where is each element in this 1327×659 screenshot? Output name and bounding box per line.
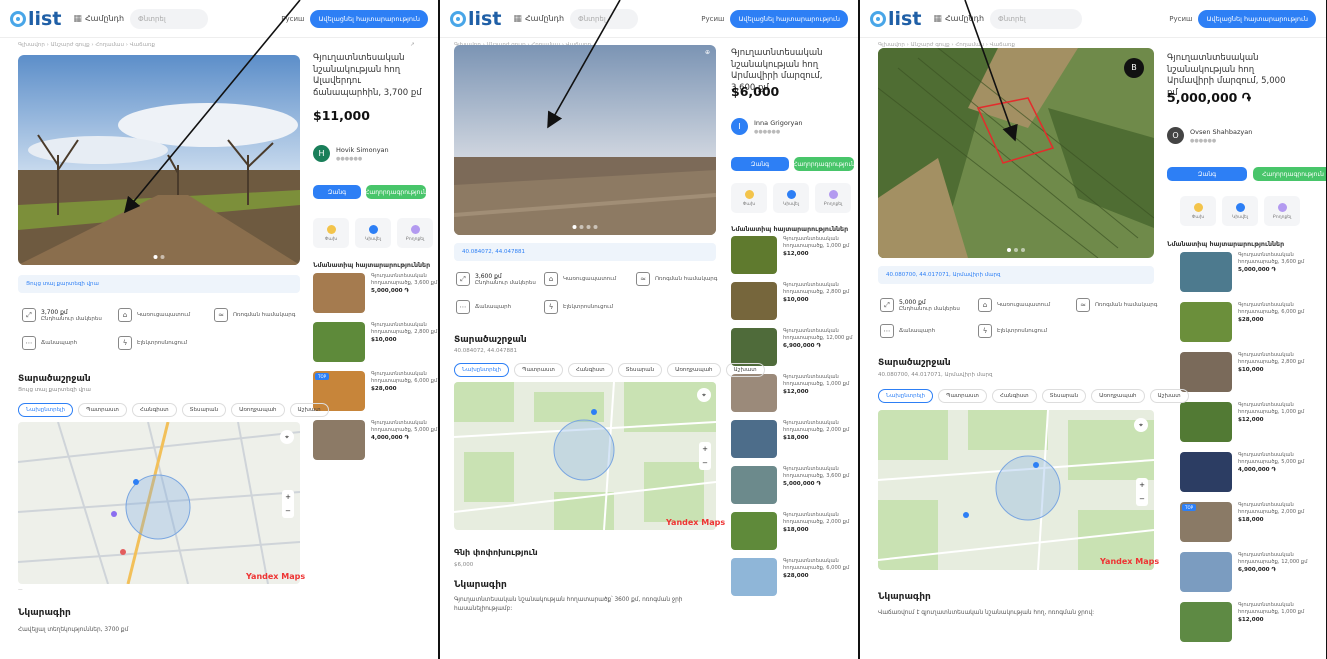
- annotation-arrows: [123, 0, 1018, 214]
- arrow-3: [964, 0, 1018, 142]
- arrow-2: [547, 0, 621, 129]
- arrow-1: [123, 0, 301, 214]
